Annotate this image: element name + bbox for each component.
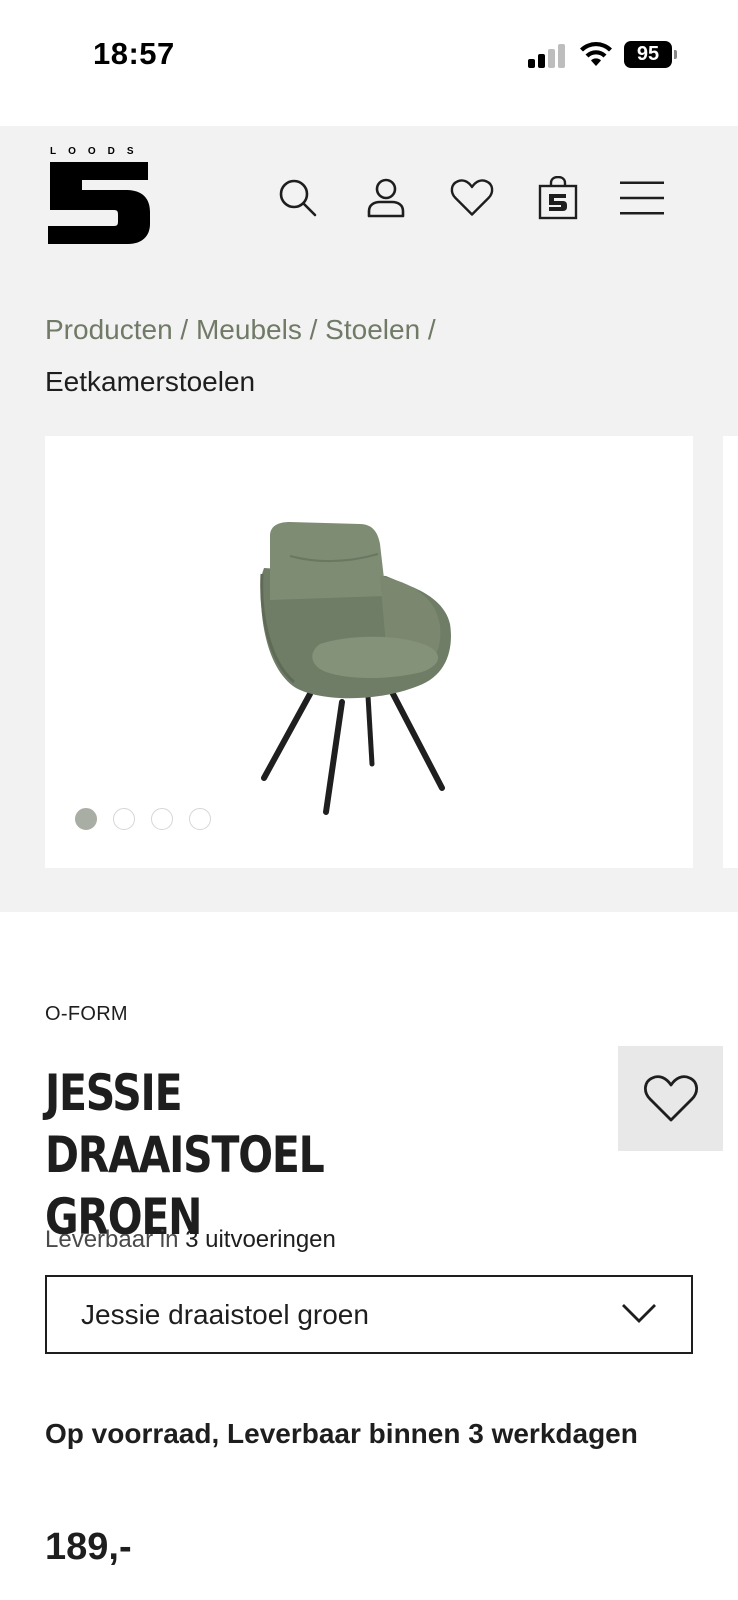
next-image-peek[interactable] bbox=[723, 436, 738, 868]
variants-count: 3 uitvoeringen bbox=[185, 1226, 336, 1253]
product-image-carousel[interactable] bbox=[45, 436, 693, 868]
add-to-wishlist-button[interactable] bbox=[618, 1046, 723, 1151]
carousel-dot-4[interactable] bbox=[189, 808, 211, 830]
menu-icon[interactable] bbox=[620, 176, 664, 220]
variants-prefix: Leverbaar in bbox=[45, 1226, 179, 1253]
status-time: 18:57 bbox=[93, 36, 175, 71]
product-image bbox=[260, 522, 451, 815]
breadcrumb-current: Eetkamerstoelen bbox=[45, 366, 256, 397]
carousel-dot-2[interactable] bbox=[113, 808, 135, 830]
product-price: 189,- bbox=[45, 1526, 132, 1568]
search-icon[interactable] bbox=[276, 176, 320, 220]
battery-cap bbox=[674, 50, 677, 59]
breadcrumb-link-producten[interactable]: Producten bbox=[45, 314, 173, 345]
battery-indicator: 95 bbox=[624, 41, 672, 68]
chevron-down-icon bbox=[622, 1304, 656, 1323]
variants-info: Leverbaar in 3 uitvoeringen bbox=[45, 1226, 336, 1254]
product-brand[interactable]: O-FORM bbox=[45, 1003, 128, 1026]
variant-select[interactable]: Jessie draaistoel groen bbox=[45, 1275, 693, 1354]
carousel-dots bbox=[75, 808, 211, 830]
wifi-icon bbox=[580, 42, 612, 66]
breadcrumb-separator: / bbox=[309, 314, 326, 345]
loods5-logo[interactable]: LOODS bbox=[48, 146, 152, 246]
breadcrumb-link-meubels[interactable]: Meubels bbox=[196, 314, 302, 345]
wishlist-heart-icon[interactable] bbox=[450, 176, 494, 220]
breadcrumb-separator: / bbox=[427, 314, 436, 345]
carousel-dot-3[interactable] bbox=[151, 808, 173, 830]
heart-icon bbox=[643, 1074, 698, 1121]
account-icon[interactable] bbox=[364, 176, 408, 220]
top-section: LOODS Producten / Meubels / Stoelen / Ee… bbox=[0, 126, 738, 912]
status-bar: 18:57 95 bbox=[0, 0, 738, 124]
breadcrumb-link-stoelen[interactable]: Stoelen bbox=[325, 314, 420, 345]
stock-status: Op voorraad, Leverbaar binnen 3 werkdage… bbox=[45, 1418, 638, 1449]
logo-five-icon bbox=[48, 162, 150, 244]
shopping-bag-icon[interactable] bbox=[536, 176, 580, 220]
product-title: JESSIE DRAAISTOEL GROEN bbox=[45, 1064, 325, 1246]
breadcrumb: Producten / Meubels / Stoelen / Eetkamer… bbox=[45, 304, 705, 408]
cellular-signal-icon bbox=[528, 44, 566, 68]
breadcrumb-separator: / bbox=[180, 314, 196, 345]
variant-select-value: Jessie draaistoel groen bbox=[81, 1299, 369, 1330]
carousel-dot-1[interactable] bbox=[75, 808, 97, 830]
